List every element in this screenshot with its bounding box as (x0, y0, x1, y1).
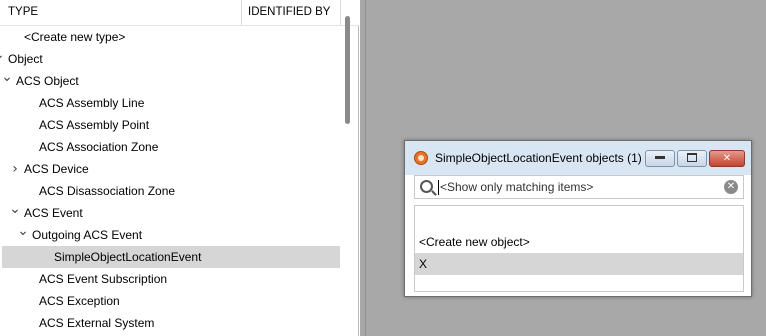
tree-item-label: ACS Event (24, 206, 83, 220)
vertical-scrollbar[interactable] (345, 16, 350, 124)
tree-item[interactable]: ⌄ ACS Event (2, 202, 340, 224)
dialog-titlebar[interactable]: SimpleObjectLocationEvent objects (1) ✕ (405, 141, 751, 175)
clear-icon[interactable]: ✕ (724, 180, 738, 194)
tree-item-label: Object (8, 52, 43, 66)
tree-item[interactable]: ACS Disassociation Zone (2, 180, 340, 202)
maximize-icon (687, 152, 697, 162)
tree-item[interactable]: ⌄ Outgoing ACS Event (2, 224, 340, 246)
list-item[interactable]: X (415, 253, 743, 275)
tree-item[interactable]: ACS Assembly Line (2, 92, 340, 114)
dialog-title: SimpleObjectLocationEvent objects (1) (435, 151, 642, 165)
text-cursor (438, 180, 439, 195)
tree-item[interactable]: ACS External System (2, 312, 340, 334)
tree-item-label: <Create new type> (24, 30, 126, 44)
tree-item[interactable]: SimpleObjectLocationEvent (2, 246, 340, 268)
tree-item[interactable]: ACS Event Subscription (2, 268, 340, 290)
tree-item[interactable]: ACS Exception (2, 290, 340, 312)
tree-item-label: ACS Device (24, 162, 89, 176)
column-header-identified-by[interactable]: IDENTIFIED BY (248, 6, 330, 18)
tree-item[interactable]: ACS Association Zone (2, 136, 340, 158)
column-header-type[interactable]: TYPE (8, 6, 38, 18)
chevron-right-icon[interactable]: › (8, 158, 22, 180)
tree-item-label: ACS External System (39, 316, 155, 330)
minimize-icon (655, 155, 665, 159)
tree-item[interactable]: ⌄Object (0, 48, 340, 70)
tree-item-label: ACS Assembly Point (39, 118, 150, 132)
filter-box: ✕ (414, 175, 744, 199)
filter-input[interactable] (440, 178, 715, 196)
tree-item[interactable]: <Create new type> (2, 26, 340, 48)
tree-item-label: ACS Disassociation Zone (39, 184, 176, 198)
list-item[interactable]: <Create new object> (415, 231, 743, 253)
close-icon: ✕ (722, 153, 732, 164)
chevron-down-icon[interactable]: ⌄ (8, 202, 22, 224)
tree-column-header: TYPE IDENTIFIED BY (0, 0, 359, 26)
tree-item-label: ACS Object (16, 74, 79, 88)
app-icon (414, 151, 428, 165)
tree-item-label: ACS Event Subscription (39, 272, 168, 286)
objects-dialog: SimpleObjectLocationEvent objects (1) ✕ … (404, 140, 752, 297)
tree-item-label: ACS Exception (39, 294, 120, 308)
minimize-button[interactable] (645, 150, 675, 167)
tree-item-label: Outgoing ACS Event (32, 228, 143, 242)
chevron-down-icon[interactable]: ⌄ (0, 48, 6, 70)
tree-item-label: ACS Association Zone (39, 140, 159, 154)
tree-item[interactable]: › ACS Device (2, 158, 340, 180)
chevron-down-icon[interactable]: ⌄ (16, 224, 30, 246)
chevron-down-icon[interactable]: ⌄ (0, 70, 14, 92)
column-divider[interactable] (340, 0, 341, 26)
object-list: <Create new object> X (414, 205, 744, 292)
type-tree-pane: TYPE IDENTIFIED BY <Create new type>⌄Obj… (0, 0, 359, 336)
pane-divider[interactable] (365, 0, 366, 336)
maximize-button[interactable] (677, 150, 707, 167)
tree-item[interactable]: ACS Assembly Point (2, 114, 340, 136)
column-divider[interactable] (241, 0, 242, 26)
tree-item[interactable]: ⌄ ACS Object (0, 70, 340, 92)
tree-item-label: SimpleObjectLocationEvent (54, 250, 202, 264)
close-button[interactable]: ✕ (709, 150, 745, 167)
search-icon (420, 180, 433, 193)
tree-item-label: ACS Assembly Line (39, 96, 145, 110)
